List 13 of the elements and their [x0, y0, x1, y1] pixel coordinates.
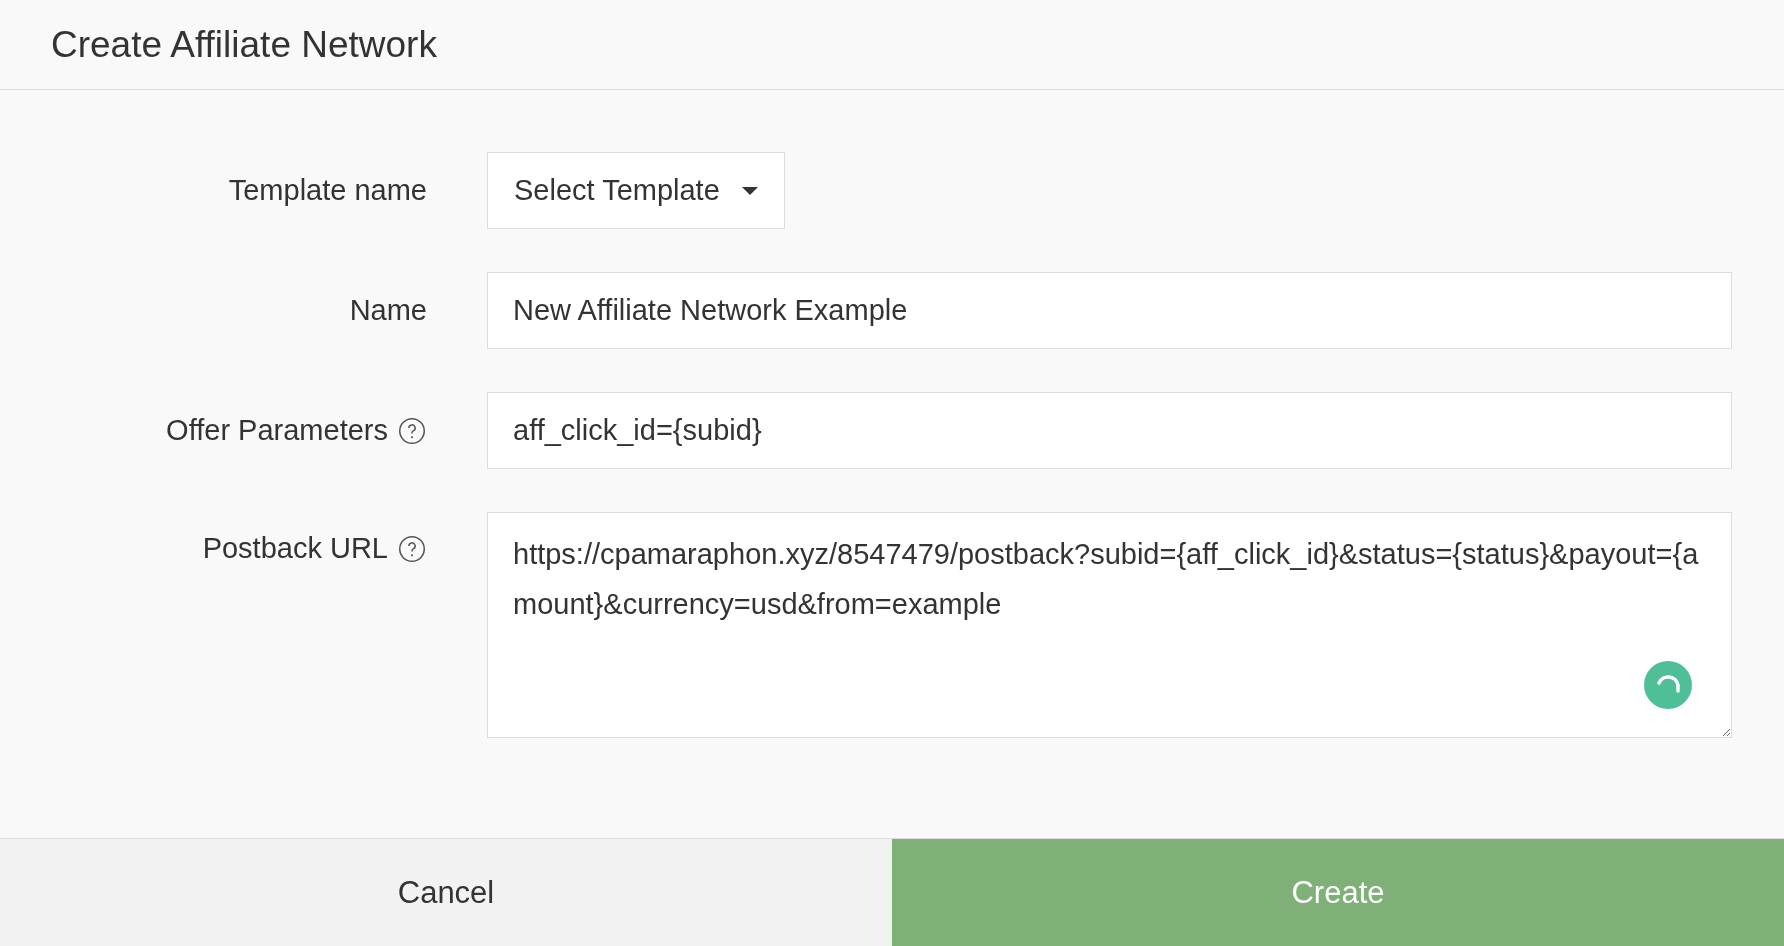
help-icon[interactable] [398, 534, 426, 563]
offer-parameters-field[interactable]: aff_click_id={subid} [487, 392, 1732, 469]
field-label: Template name [228, 174, 427, 207]
field-label: Postback URL [202, 532, 388, 565]
caret-icon [741, 186, 758, 195]
template-dropdown[interactable]: Select Template [487, 152, 785, 229]
cancel-button[interactable]: Cancel [0, 839, 892, 946]
help-icon[interactable] [398, 416, 426, 445]
field-label: Offer Parameters [166, 414, 388, 447]
postback-url-field[interactable]: https://cpamaraphon.xyz/8547479/postback?subid={aff_click_id}&status={status}&payout={amount}&currency=usd&from=example [487, 512, 1732, 738]
dialog-title: Create Affiliate Network [51, 23, 437, 66]
field-label: Name [349, 294, 427, 327]
name-field[interactable]: New Affiliate Network Example [487, 272, 1732, 349]
